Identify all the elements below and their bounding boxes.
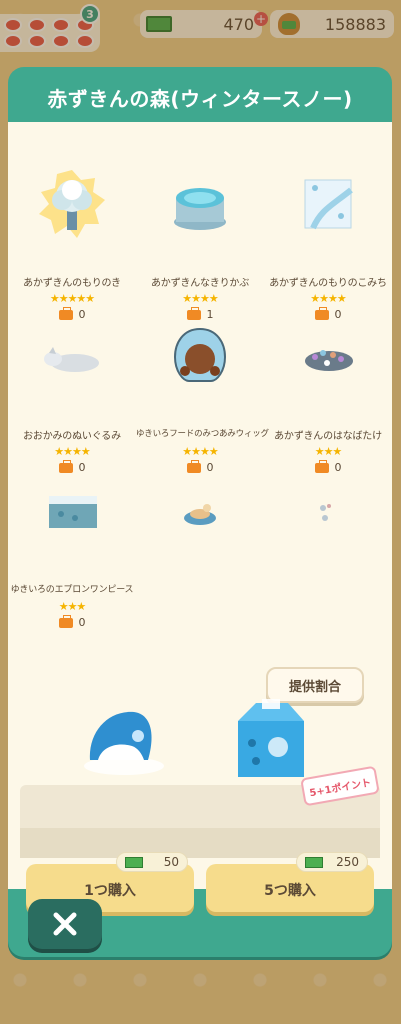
star-rating: ★★★★ bbox=[310, 292, 346, 305]
buy-five-label: 5つ購入 bbox=[264, 883, 316, 899]
buy-five-button[interactable]: 250 5つ購入 bbox=[206, 852, 374, 912]
price-five: 250 bbox=[336, 855, 359, 869]
gacha-modal: 赤ずきんの森(ウィンタースノー) あかずきんのもりのき ★★★★★ 0 あかずき… bbox=[8, 67, 392, 957]
cash-icon bbox=[125, 857, 143, 868]
blue-hat-icon bbox=[84, 711, 164, 775]
star-rating: ★★★★ bbox=[54, 445, 90, 458]
item-name: あかずきんのもりのこみち bbox=[269, 278, 387, 289]
item-card[interactable]: あかずきんなきりかぶ ★★★★ 1 bbox=[136, 162, 264, 321]
item-card[interactable]: ゆきいろのエプロンワンピース ★★★ 0 bbox=[8, 470, 136, 629]
star-rating: ★★★★★ bbox=[49, 292, 95, 305]
item-name: あかずきんのもりのき bbox=[23, 278, 121, 289]
item-card[interactable]: おおかみのぬいぐるみ ★★★★ 0 bbox=[8, 315, 136, 474]
wolf-plush-icon bbox=[44, 347, 99, 372]
item-name: あかずきんのはなばたけ bbox=[274, 431, 382, 442]
item-name: あかずきんなきりかぶ bbox=[151, 278, 249, 289]
item-name: おおかみのぬいぐるみ bbox=[23, 431, 121, 442]
close-icon bbox=[53, 912, 77, 936]
box-icon bbox=[58, 614, 73, 628]
hood-wig-icon bbox=[173, 327, 227, 382]
item-card[interactable]: あかずきんのもりのき ★★★★★ 0 bbox=[8, 162, 136, 321]
modal-body: あかずきんのもりのき ★★★★★ 0 あかずきんなきりかぶ ★★★★ 1 あかず… bbox=[8, 122, 392, 912]
stump-icon bbox=[174, 188, 226, 230]
price-one: 50 bbox=[163, 855, 179, 869]
item-card[interactable] bbox=[264, 470, 392, 620]
star-rating: ★★★ bbox=[58, 600, 87, 613]
price-pill: 250 bbox=[296, 852, 368, 872]
item-name: ゆきいろのエプロンワンピース bbox=[10, 585, 134, 595]
snow-path-icon bbox=[304, 179, 353, 230]
item-card[interactable]: あかずきんのもりのこみち ★★★★ 0 bbox=[264, 162, 392, 321]
item-card[interactable]: ゆきいろフードのみつあみウィッグ ★★★★ 0 bbox=[136, 315, 269, 474]
apron-dress-icon bbox=[49, 496, 97, 528]
gift-box-icon bbox=[238, 699, 304, 777]
modal-title: 赤ずきんの森(ウィンタースノー) bbox=[47, 87, 353, 111]
food-plate-icon bbox=[184, 504, 216, 525]
star-rating: ★★★ bbox=[314, 445, 343, 458]
cash-icon bbox=[305, 857, 323, 868]
item-card[interactable]: あかずきんのはなばたけ ★★★ 0 bbox=[264, 315, 392, 474]
item-name: ゆきいろフードのみつあみウィッグ bbox=[136, 429, 269, 439]
close-button[interactable] bbox=[28, 899, 102, 949]
buy-one-label: 1つ購入 bbox=[84, 883, 136, 899]
owned-count: 0 bbox=[8, 614, 136, 629]
snowy-tree-icon bbox=[39, 170, 105, 238]
small-decoration-icon bbox=[320, 504, 331, 521]
price-pill: 50 bbox=[116, 852, 188, 872]
star-rating: ★★★★ bbox=[182, 292, 218, 305]
flower-bed-icon bbox=[305, 350, 353, 371]
item-card[interactable] bbox=[136, 470, 264, 620]
star-rating: ★★★★ bbox=[182, 445, 218, 458]
